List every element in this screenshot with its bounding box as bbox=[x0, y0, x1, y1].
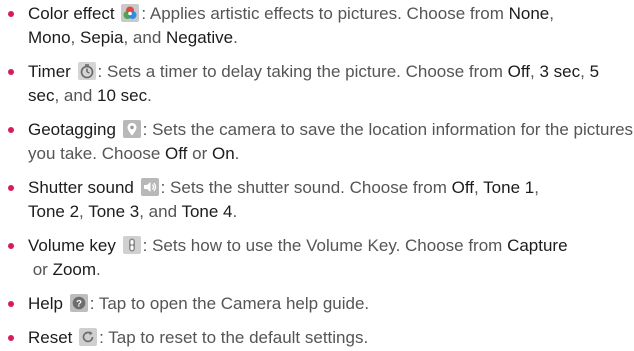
sep: , bbox=[580, 62, 590, 81]
option-tone-2: Tone 2 bbox=[28, 202, 80, 221]
sep: , bbox=[534, 178, 539, 197]
color-effect-icon bbox=[121, 4, 140, 22]
list-item-help: Help ? : Tap to open the Camera help gui… bbox=[0, 292, 634, 316]
term-geotagging: Geotagging bbox=[28, 120, 116, 139]
desc-reset: : Tap to reset to the default settings. bbox=[99, 328, 369, 347]
sep: , bbox=[474, 178, 484, 197]
option-zoom: Zoom bbox=[52, 260, 97, 279]
option-off: Off bbox=[165, 144, 188, 163]
option-10-sec: 10 sec bbox=[97, 86, 148, 105]
sep: , and bbox=[54, 86, 98, 105]
desc-shutter-sound: : Sets the shutter sound. Choose from bbox=[160, 178, 452, 197]
term-timer: Timer bbox=[28, 62, 71, 81]
reset-icon bbox=[79, 328, 98, 346]
list-item-shutter-sound: Shutter sound : Sets the shutter sound. … bbox=[0, 176, 634, 224]
list-item-reset: Reset : Tap to reset to the default sett… bbox=[0, 326, 634, 350]
sep: , and bbox=[123, 28, 167, 47]
end: . bbox=[234, 144, 240, 163]
sep: or bbox=[28, 260, 53, 279]
bullet bbox=[8, 11, 14, 17]
list-item-timer: Timer : Sets a timer to delay taking the… bbox=[0, 60, 634, 108]
end: . bbox=[96, 260, 101, 279]
option-negative: Negative bbox=[166, 28, 234, 47]
desc-color-effect: : Applies artistic effects to pictures. … bbox=[141, 4, 509, 23]
sep: , bbox=[79, 202, 89, 221]
bullet bbox=[8, 185, 14, 191]
end: . bbox=[147, 86, 152, 105]
option-none: None bbox=[508, 4, 550, 23]
sep: , and bbox=[139, 202, 182, 221]
bullet bbox=[8, 69, 14, 75]
sep: , bbox=[70, 28, 80, 47]
list-item-volume-key: Volume key : Sets how to use the Volume … bbox=[0, 234, 634, 282]
desc-volume-key: : Sets how to use the Volume Key. Choose… bbox=[142, 236, 508, 255]
end: . bbox=[233, 28, 238, 47]
bullet bbox=[8, 301, 14, 307]
list-item-color-effect: Color effect : Applies artistic effects … bbox=[0, 2, 634, 50]
option-tone-4: Tone 4 bbox=[181, 202, 233, 221]
settings-list: Color effect : Applies artistic effects … bbox=[0, 2, 634, 350]
term-reset: Reset bbox=[28, 328, 73, 347]
list-item-geotagging: Geotagging : Sets the camera to save the… bbox=[0, 118, 634, 166]
option-off: Off bbox=[507, 62, 531, 81]
option-sepia: Sepia bbox=[79, 28, 124, 47]
option-3-sec: 3 sec bbox=[539, 62, 581, 81]
desc-geotagging: : Sets the camera to save the location i… bbox=[28, 120, 634, 163]
option-mono: Mono bbox=[28, 28, 71, 47]
sep: , bbox=[549, 4, 554, 23]
help-icon: ? bbox=[69, 294, 88, 312]
option-off: Off bbox=[451, 178, 475, 197]
term-color-effect: Color effect bbox=[28, 4, 115, 23]
bullet bbox=[8, 243, 14, 249]
bullet bbox=[8, 335, 14, 341]
term-volume-key: Volume key bbox=[28, 236, 116, 255]
volume-key-icon bbox=[122, 236, 141, 254]
term-shutter-sound: Shutter sound bbox=[28, 178, 134, 197]
timer-icon bbox=[77, 62, 96, 80]
option-tone-1: Tone 1 bbox=[483, 178, 535, 197]
option-capture: Capture bbox=[507, 236, 568, 255]
term-help: Help bbox=[28, 294, 63, 313]
desc-help: : Tap to open the Camera help guide. bbox=[89, 294, 370, 313]
desc-timer: : Sets a timer to delay taking the pictu… bbox=[97, 62, 508, 81]
option-tone-3: Tone 3 bbox=[88, 202, 140, 221]
sep: or bbox=[187, 144, 212, 163]
bullet bbox=[8, 127, 14, 133]
option-on: On bbox=[211, 144, 235, 163]
svg-text:?: ? bbox=[76, 298, 82, 309]
location-pin-icon bbox=[122, 120, 141, 138]
end: . bbox=[232, 202, 238, 221]
shutter-sound-icon bbox=[140, 178, 159, 196]
